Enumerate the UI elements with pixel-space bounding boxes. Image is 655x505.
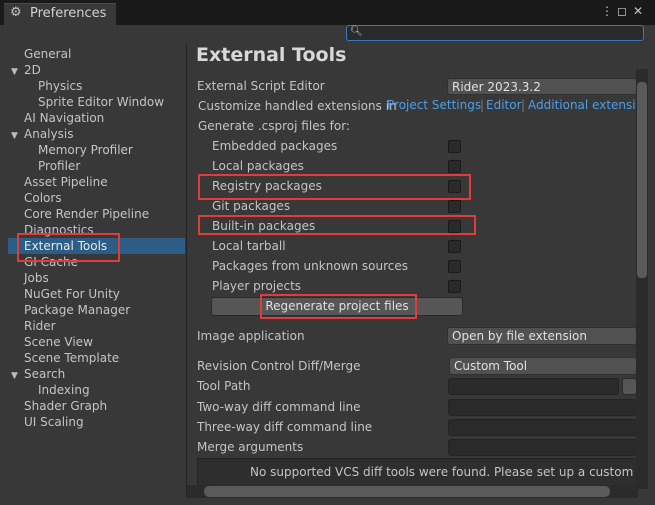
maximize-icon[interactable]: ◻ <box>617 4 627 18</box>
editor-link[interactable]: Editor <box>486 98 522 112</box>
sidebar-item-jobs[interactable]: Jobs <box>24 271 49 285</box>
image-application-label: Image application <box>197 329 305 343</box>
more-options-icon[interactable]: ⋮ <box>601 4 613 18</box>
unknown-sources-label: Packages from unknown sources <box>212 259 408 273</box>
two-way-diff-input[interactable] <box>448 399 637 416</box>
sidebar-item-asset-pipeline[interactable]: Asset Pipeline <box>24 175 108 189</box>
sidebar-item-sprite-editor-window[interactable]: Sprite Editor Window <box>38 95 164 109</box>
tool-path-input[interactable] <box>448 378 619 395</box>
window-title: Preferences <box>30 6 107 21</box>
help-message: No supported VCS diff tools were found. … <box>250 465 636 479</box>
merge-arguments-input[interactable] <box>448 439 637 456</box>
local-tarball-checkbox[interactable] <box>448 240 461 253</box>
link-separator: | <box>521 98 526 112</box>
sidebar-item-package-manager[interactable]: Package Manager <box>24 303 130 317</box>
sidebar-item-search[interactable]: Search <box>24 367 65 381</box>
expand-arrow-icon[interactable]: ▼ <box>11 371 18 381</box>
vertical-scroll-thumb[interactable] <box>637 82 647 278</box>
external-script-editor-dropdown[interactable]: Rider 2023.3.2 <box>447 78 637 95</box>
player-projects-checkbox[interactable] <box>448 280 461 293</box>
revision-control-label: Revision Control Diff/Merge <box>197 359 361 373</box>
external-script-editor-label: External Script Editor <box>197 79 325 93</box>
highlight-box-external-tools <box>17 233 120 262</box>
sidebar-item-profiler[interactable]: Profiler <box>38 159 80 173</box>
local-tarball-label: Local tarball <box>212 239 286 253</box>
sidebar-item-shader-graph[interactable]: Shader Graph <box>24 399 107 413</box>
git-packages-label: Git packages <box>212 199 291 213</box>
three-way-diff-input[interactable] <box>448 419 637 436</box>
tool-path-label: Tool Path <box>197 379 251 393</box>
link-separator: | <box>480 98 485 112</box>
browse-tool-path-button[interactable] <box>622 378 637 395</box>
sidebar-item-indexing[interactable]: Indexing <box>38 383 90 397</box>
two-way-diff-label: Two-way diff command line <box>197 400 361 414</box>
sidebar-item-ai-navigation[interactable]: AI Navigation <box>24 111 104 125</box>
sidebar-item-analysis[interactable]: Analysis <box>24 127 73 141</box>
customize-extensions-label: Customize handled extensions in <box>198 99 397 113</box>
expand-arrow-icon[interactable]: ▼ <box>11 131 18 141</box>
project-settings-link[interactable]: Project Settings <box>387 98 481 112</box>
generate-csproj-label: Generate .csproj files for: <box>198 119 350 133</box>
sidebar-item-2d[interactable]: 2D <box>24 63 41 77</box>
sidebar-item-colors[interactable]: Colors <box>24 191 62 205</box>
local-packages-checkbox[interactable] <box>448 160 461 173</box>
merge-arguments-label: Merge arguments <box>197 440 304 454</box>
sidebar-item-physics[interactable]: Physics <box>38 79 82 93</box>
sidebar-item-general[interactable]: General <box>24 47 71 61</box>
gear-icon: ⚙ <box>10 5 22 20</box>
sidebar-item-core-render-pipeline[interactable]: Core Render Pipeline <box>24 207 149 221</box>
git-packages-checkbox[interactable] <box>448 200 461 213</box>
player-projects-label: Player projects <box>212 279 302 293</box>
sidebar-item-scene-template[interactable]: Scene Template <box>24 351 119 365</box>
sidebar-item-nuget-for-unity[interactable]: NuGet For Unity <box>24 287 120 301</box>
embedded-packages-checkbox[interactable] <box>448 140 461 153</box>
search-input[interactable] <box>346 25 644 41</box>
unknown-sources-checkbox[interactable] <box>448 260 461 273</box>
three-way-diff-label: Three-way diff command line <box>197 420 373 434</box>
highlight-box-regenerate-button <box>260 294 417 319</box>
close-icon[interactable]: ✕ <box>633 4 643 18</box>
highlight-box-built-in-packages <box>198 215 476 235</box>
sidebar-item-ui-scaling[interactable]: UI Scaling <box>24 415 84 429</box>
horizontal-scroll-thumb[interactable] <box>204 486 610 497</box>
sidebar-item-rider[interactable]: Rider <box>24 319 56 333</box>
revision-control-dropdown[interactable]: Custom Tool <box>449 357 637 375</box>
page-title: External Tools <box>196 44 347 66</box>
expand-arrow-icon[interactable]: ▼ <box>11 67 18 77</box>
sidebar-item-scene-view[interactable]: Scene View <box>24 335 93 349</box>
search-icon: 🔍︎ <box>350 26 363 37</box>
highlight-box-registry-packages <box>198 174 471 200</box>
sidebar-item-memory-profiler[interactable]: Memory Profiler <box>38 143 133 157</box>
local-packages-label: Local packages <box>212 159 304 173</box>
additional-extensions-link[interactable]: Additional extensio <box>528 98 636 112</box>
embedded-packages-label: Embedded packages <box>212 139 338 153</box>
image-application-dropdown[interactable]: Open by file extension <box>447 327 637 345</box>
